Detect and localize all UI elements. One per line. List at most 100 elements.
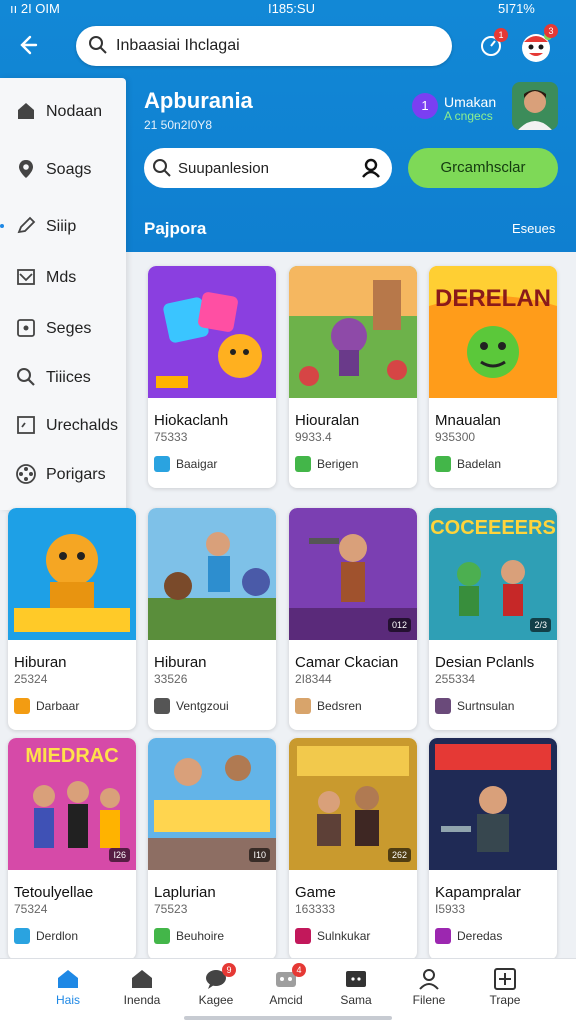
developer-name: Ventgzoui — [176, 699, 229, 713]
location-icon — [15, 158, 37, 180]
nav-label: Filene — [412, 993, 446, 1007]
game-count: 75324 — [14, 902, 48, 916]
nav-inenda[interactable]: Inenda — [106, 959, 178, 1017]
game-count: 9933.4 — [295, 430, 332, 444]
game-title: Kapampralar — [435, 884, 521, 901]
timer-icon[interactable]: 1 — [478, 28, 508, 60]
game-title: Desian Pclanls — [435, 654, 535, 671]
game-search-bar[interactable]: Suupanlesion — [144, 148, 392, 188]
game-count: 163333 — [295, 902, 336, 916]
see-all-link[interactable]: Eseues — [512, 221, 555, 236]
game-card[interactable]: Hiburan 33526 Ventgzoui — [148, 508, 276, 730]
sidebar-item-3[interactable]: Siiip — [0, 207, 126, 247]
developer-icon — [14, 928, 30, 944]
edit-icon — [15, 215, 37, 237]
page-subtitle: 21 50n2I0Y8 — [144, 118, 213, 132]
developer-name: Derdlon — [36, 929, 79, 943]
game-tag: 262 — [387, 848, 411, 862]
game-title: Mnaualan — [435, 412, 501, 429]
game-card[interactable]: Hiburan 25324 Darbaar — [8, 508, 136, 730]
nav-sama[interactable]: Sama — [320, 959, 392, 1017]
sidebar-item-2[interactable]: Soags — [0, 150, 126, 190]
game-card[interactable]: I10 Laplurian 75523 Beuhoire — [148, 738, 276, 960]
game-tag: 012 — [387, 618, 411, 632]
profile-mascot-icon[interactable]: 3 — [518, 24, 558, 64]
sidebar-item-label: Porigars — [46, 466, 106, 483]
user-search-icon[interactable] — [360, 157, 382, 184]
nav-label: Sama — [340, 993, 372, 1007]
developer-icon — [295, 456, 311, 472]
sidebar-item-6[interactable]: Tiiices — [0, 358, 126, 398]
cta-button[interactable]: Grcamhsclar — [408, 148, 558, 188]
developer-name: Badelan — [457, 457, 502, 471]
game-thumbnail — [289, 266, 417, 398]
game-title: Hiouralan — [295, 412, 360, 429]
search-bar[interactable]: Inbaasiai Ihclagai — [76, 26, 452, 66]
developer-name: Berigen — [317, 457, 359, 471]
square-icon — [15, 317, 37, 339]
developer-icon — [14, 698, 30, 714]
search-icon — [15, 366, 37, 388]
game-title: Laplurian — [154, 884, 216, 901]
game-thumbnail — [429, 738, 557, 870]
search-icon — [88, 35, 108, 60]
game-card[interactable]: Kapampralar I5933 Deredas — [429, 738, 557, 960]
nav-amcid[interactable]: 4 Amcid — [250, 959, 322, 1017]
nav-filene[interactable]: Filene — [393, 959, 465, 1017]
game-search-input[interactable]: Suupanlesion — [178, 160, 269, 177]
developer-name: Beuhoire — [176, 929, 225, 943]
game-card[interactable]: COCEEEERS 2/3 Desian Pclanls 255334 Surt… — [429, 508, 557, 730]
game-title: Hiburan — [154, 654, 207, 671]
game-count: 75523 — [154, 902, 188, 916]
search-input[interactable]: Inbaasiai Ihclagai — [116, 37, 240, 55]
sidebar-item-label: Urechalds — [46, 417, 119, 434]
game-card[interactable]: DERELAN Mnaualan 935300 Badelan — [429, 266, 557, 488]
sidebar-item-1[interactable]: Nodaan — [0, 92, 126, 132]
game-card[interactable]: Hiokaclanh 75333 Baaigar — [148, 266, 276, 488]
game-count: 75333 — [154, 430, 188, 444]
game-title: Tetoulyellae — [14, 884, 94, 901]
sidebar-item-label: Seges — [46, 320, 92, 337]
back-arrow-icon[interactable] — [14, 32, 42, 60]
game-card[interactable]: 262 Game 163333 Sulnkukar — [289, 738, 417, 960]
nav-home[interactable]: Hais — [32, 959, 104, 1017]
game-card[interactable]: MIEDRAC I26 Tetoulyellae 75324 Derdlon — [8, 738, 136, 960]
status-bar: ıı 2I OIM I185:SU 5I71% — [0, 0, 576, 18]
avatar[interactable] — [512, 82, 558, 130]
game-tag: I10 — [249, 848, 270, 862]
game-count: I5933 — [435, 902, 466, 916]
svg-text:COCEEEERS: COCEEEERS — [430, 517, 556, 539]
game-thumbnail — [8, 508, 136, 640]
sidebar-item-8[interactable]: Porigars — [0, 455, 126, 495]
game-tag: 2/3 — [530, 618, 551, 632]
developer-icon — [435, 698, 451, 714]
game-count: 2I8344 — [295, 672, 332, 686]
page-title: Apburania — [144, 88, 253, 113]
game-thumbnail — [148, 508, 276, 640]
game-card[interactable]: Hiouralan 9933.4 Berigen — [289, 266, 417, 488]
game-thumbnail: DERELAN — [429, 266, 557, 398]
developer-icon — [154, 928, 170, 944]
developer-name: Baaigar — [176, 457, 218, 471]
game-card[interactable]: 012 Camar Ckacian 2I8344 Bedsren — [289, 508, 417, 730]
developer-icon — [435, 456, 451, 472]
sidebar-item-label: Soags — [46, 161, 92, 178]
developer-name: Surtnsulan — [457, 699, 515, 713]
game-count: 935300 — [435, 430, 476, 444]
bottom-nav: Hais Inenda 9 Kagee 4 Amcid Sama Filene … — [0, 958, 576, 1024]
svg-text:MIEDRAC: MIEDRAC — [25, 745, 118, 767]
film-icon — [15, 463, 37, 485]
nav-label: Amcid — [269, 993, 303, 1007]
sidebar-item-7[interactable]: Urechalds — [0, 406, 126, 446]
sidebar-item-5[interactable]: Seges — [0, 309, 126, 349]
mail-icon — [15, 266, 37, 288]
game-thumbnail — [148, 266, 276, 398]
home-icon — [56, 967, 80, 991]
nav-label: Kagee — [198, 993, 234, 1007]
nav-trape[interactable]: Trape — [469, 959, 541, 1017]
sidebar-item-4[interactable]: Mds — [0, 258, 126, 298]
nav-badge: 9 — [222, 963, 236, 977]
home-indicator — [184, 1016, 392, 1020]
nav-kagee[interactable]: 9 Kagee — [180, 959, 252, 1017]
sidebar-item-label: Mds — [46, 269, 77, 286]
